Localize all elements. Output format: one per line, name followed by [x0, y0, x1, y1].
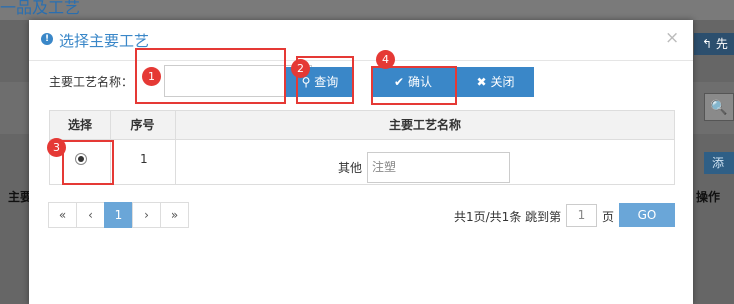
- modal-header: ! 选择主要工艺 ×: [29, 20, 693, 61]
- close-icon[interactable]: ×: [665, 28, 679, 48]
- row-name-input[interactable]: 注塑: [367, 152, 510, 183]
- annotation-badge-4: 4: [376, 50, 395, 69]
- pagination: « ‹ 1 › »: [48, 202, 189, 228]
- column-divider: [175, 140, 176, 184]
- background-page-title: 一品及工艺: [0, 0, 81, 17]
- annotation-badge-1: 1: [142, 67, 161, 86]
- annotation-badge-2: 2: [291, 59, 310, 78]
- annotation-box-3: [62, 140, 114, 185]
- background-column-header-actions: 操作: [696, 190, 721, 204]
- x-icon: ✖: [476, 75, 487, 89]
- process-table: 选择 序号 主要工艺名称 1 其他 注塑: [49, 110, 675, 185]
- jump-page-input[interactable]: 1: [566, 204, 597, 227]
- info-icon: !: [41, 33, 53, 45]
- annotation-badge-3: 3: [47, 138, 66, 157]
- table-header: 选择 序号 主要工艺名称: [50, 111, 674, 140]
- go-button[interactable]: GO: [619, 203, 675, 227]
- row-name-label: 其他: [338, 161, 363, 175]
- background-search-icon: 🔍: [704, 93, 734, 121]
- header-process-name: 主要工艺名称: [388, 118, 461, 132]
- background-add-button: 添: [704, 152, 734, 174]
- header-select: 选择: [67, 118, 92, 132]
- column-divider: [175, 111, 176, 139]
- first-page-button[interactable]: «: [48, 202, 77, 228]
- select-process-modal: ! 选择主要工艺 × 主要工艺名称： ⚲ 查询 ✔ 确认 ✖ 关闭 选择 序号 …: [29, 20, 693, 304]
- column-divider: [110, 111, 111, 139]
- process-name-label: 主要工艺名称：: [49, 75, 134, 89]
- page-info: 共1页/共1条 跳到第: [454, 210, 562, 224]
- next-page-button[interactable]: ›: [132, 202, 161, 228]
- last-page-button[interactable]: »: [160, 202, 189, 228]
- row-index: 1: [140, 152, 148, 166]
- header-index: 序号: [130, 118, 155, 132]
- table-row: 1 其他 注塑: [50, 140, 674, 184]
- annotation-box-4: [371, 66, 457, 105]
- page-1-button[interactable]: 1: [104, 202, 133, 228]
- page-suffix: 页: [602, 210, 615, 224]
- background-header: [0, 0, 734, 20]
- close-button[interactable]: ✖ 关闭: [457, 67, 534, 97]
- background-right-button: ↰ 先: [694, 33, 734, 55]
- prev-page-button[interactable]: ‹: [76, 202, 105, 228]
